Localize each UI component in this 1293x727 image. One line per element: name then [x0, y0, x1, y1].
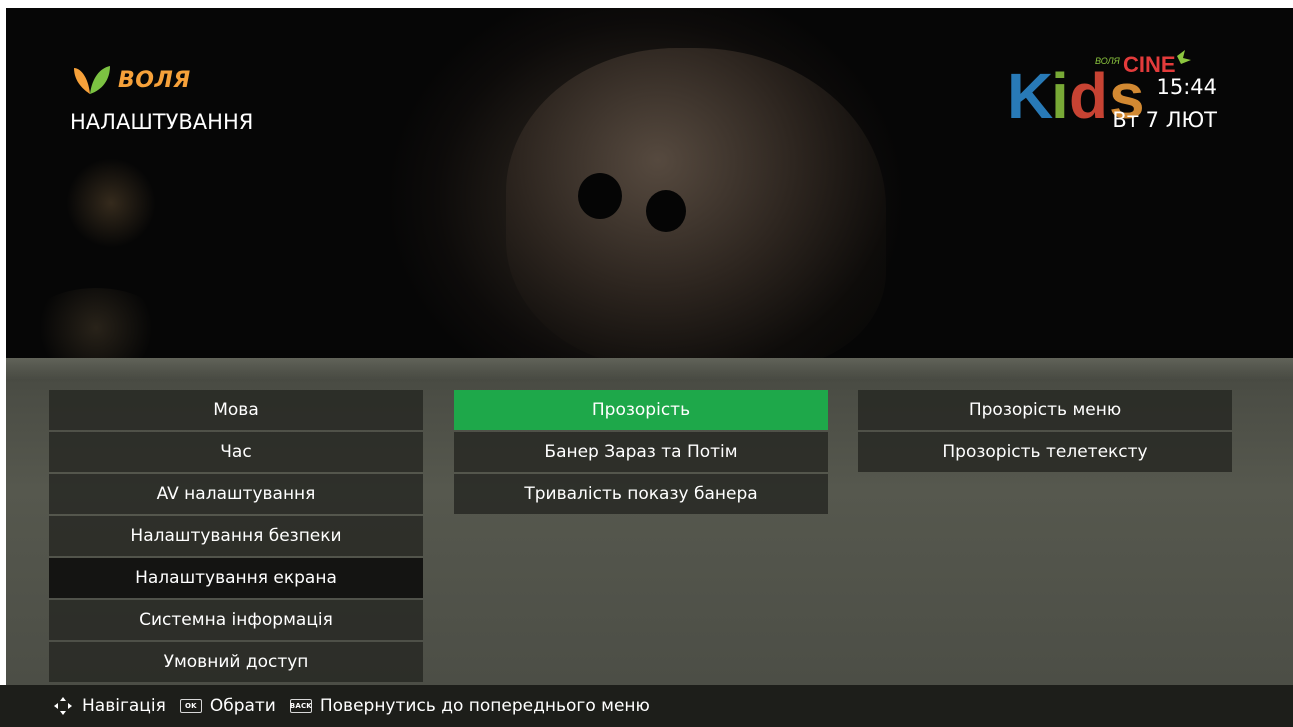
- video-figure-eye: [578, 173, 622, 219]
- video-figure: [506, 48, 886, 368]
- footer-back-label: Повернутись до попереднього меню: [319, 696, 650, 716]
- clock-date: Вт 7 ЛЮТ: [1112, 108, 1217, 132]
- video-figure-eye: [646, 190, 686, 232]
- tv-screen: ВОЛЯ НАЛАШТУВАННЯ K i d s ВОЛЯ CINE 15:4…: [0, 0, 1293, 727]
- channel-logo-cine: CINE: [1123, 52, 1176, 77]
- clock-time: 15:44: [1156, 75, 1217, 99]
- menu-item-av-settings[interactable]: AV налаштування: [49, 474, 423, 514]
- menu-item-menu-transparency[interactable]: Прозорість меню: [858, 390, 1232, 430]
- menu-item-banner-duration[interactable]: Тривалість показу банера: [454, 474, 828, 514]
- back-key-icon: BACK: [290, 699, 312, 713]
- channel-logo-letter: i: [1051, 60, 1069, 128]
- menu-item-time[interactable]: Час: [49, 432, 423, 472]
- channel-logo-star: [1177, 50, 1191, 64]
- menu-column-screen-settings: Прозорість Банер Зараз та Потім Триваліс…: [454, 390, 828, 516]
- video-bokeh-light: [66, 158, 156, 248]
- footer-ok-label: Обрати: [209, 696, 276, 716]
- footer-hints: Навігація OK Обрати BACK Повернутись до …: [0, 685, 1293, 727]
- menu-item-screen-settings[interactable]: Налаштування екрана: [49, 558, 423, 598]
- channel-logo-letter: d: [1069, 60, 1108, 128]
- menu-item-system-info[interactable]: Системна інформація: [49, 600, 423, 640]
- footer-nav-label: Навігація: [82, 696, 166, 716]
- brand-leaf-icon: [74, 66, 110, 94]
- brand-logo: ВОЛЯ: [70, 62, 191, 98]
- brand-name: ВОЛЯ: [118, 67, 191, 93]
- menu-column-transparency: Прозорість меню Прозорість телетексту: [858, 390, 1232, 474]
- menu-item-security-settings[interactable]: Налаштування безпеки: [49, 516, 423, 556]
- menu-item-teletext-transparency[interactable]: Прозорість телетексту: [858, 432, 1232, 472]
- menu-item-now-next-banner[interactable]: Банер Зараз та Потім: [454, 432, 828, 472]
- channel-logo-letter: K: [1007, 60, 1053, 128]
- channel-logo-small-text: ВОЛЯ: [1095, 56, 1121, 66]
- video-bokeh-light: [26, 288, 166, 368]
- page-title: НАЛАШТУВАННЯ: [70, 110, 254, 134]
- menu-panel-shine: [6, 358, 1293, 380]
- ok-key-icon: OK: [179, 699, 202, 713]
- menu-column-main: Мова Час AV налаштування Налаштування бе…: [49, 390, 423, 684]
- menu-item-conditional-access[interactable]: Умовний доступ: [49, 642, 423, 682]
- menu-item-language[interactable]: Мова: [49, 390, 423, 430]
- menu-item-transparency[interactable]: Прозорість: [454, 390, 828, 430]
- navigation-arrows-icon: [54, 697, 72, 715]
